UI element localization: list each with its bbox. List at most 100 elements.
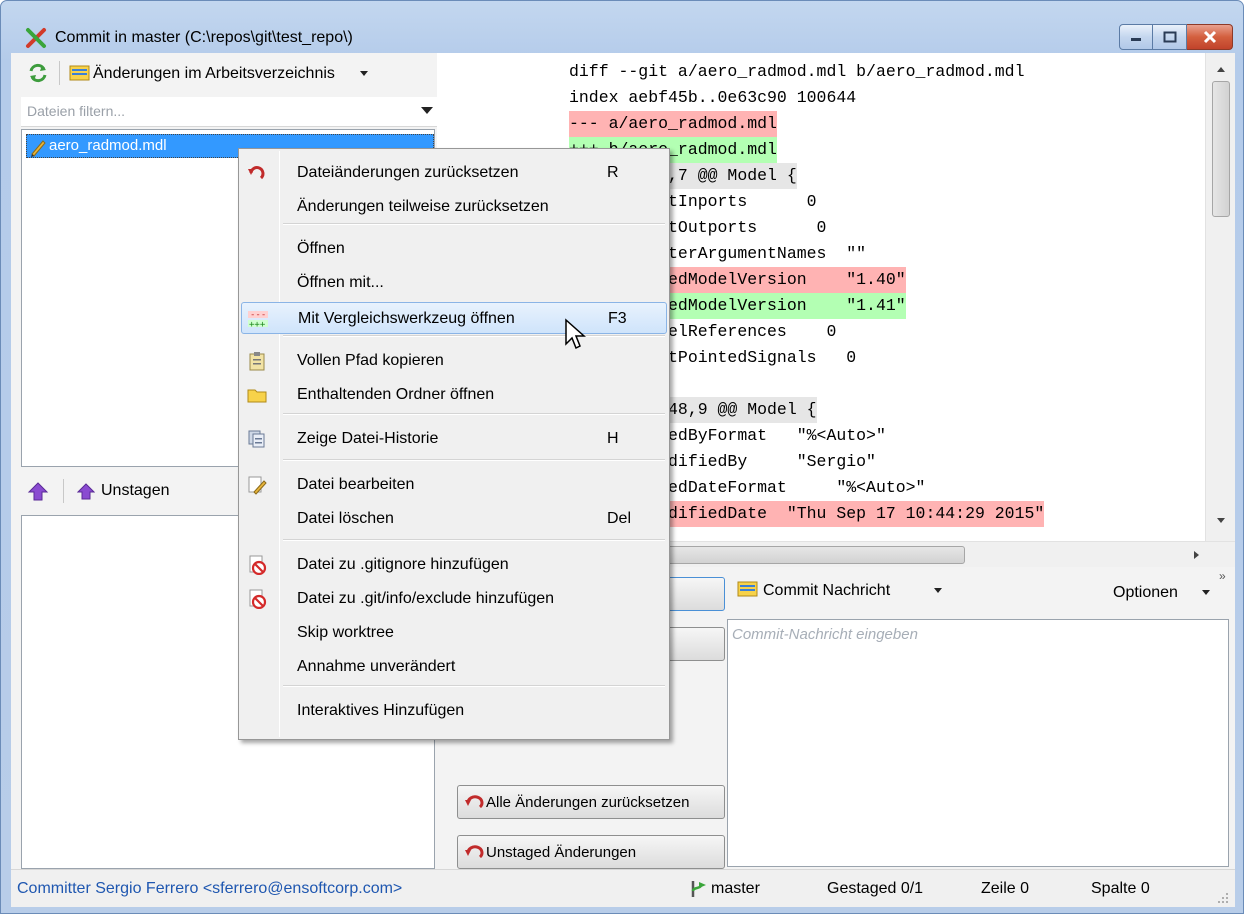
- menu-item-6[interactable]: Vollen Pfad kopieren: [241, 345, 667, 377]
- history-icon: [247, 429, 267, 449]
- menu-item-1[interactable]: Dateiänderungen zurücksetzen R: [241, 157, 667, 189]
- menu-item-shortcut: H: [607, 430, 619, 447]
- menu-item-7[interactable]: Enthaltenden Ordner öffnen: [241, 379, 667, 411]
- menu-item-label: Datei löschen: [297, 510, 394, 527]
- diff-line: --- a/aero_radmod.mdl: [569, 111, 777, 137]
- menu-item-label: Skip worktree: [297, 624, 394, 641]
- menu-item-12[interactable]: Datei zu .git/info/exclude hinzufügen: [241, 583, 667, 615]
- edit-icon: [247, 475, 267, 495]
- commit-message-placeholder: Commit-Nachricht eingeben: [732, 626, 918, 643]
- menu-item-label: Mit Vergleichswerkzeug öffnen: [298, 310, 515, 327]
- chevron-down-icon[interactable]: [359, 70, 369, 78]
- commit-message-input[interactable]: Commit-Nachricht eingeben: [727, 619, 1229, 867]
- revert-icon: [247, 163, 267, 183]
- menu-item-label: Annahme unverändert: [297, 658, 456, 675]
- pencil-icon: [31, 140, 46, 157]
- column-indicator: Spalte 0: [1091, 880, 1150, 897]
- workdir-dropdown[interactable]: Änderungen im Arbeitsverzeichnis: [93, 65, 335, 83]
- reset-all-button[interactable]: Alle Änderungen zurücksetzen: [457, 785, 725, 819]
- unstaged-changes-button[interactable]: Unstaged Änderungen: [457, 835, 725, 869]
- menu-item-5[interactable]: --- +++ Mit Vergleichswerkzeug öffnen F3: [241, 302, 667, 334]
- maximize-icon: [1163, 31, 1176, 43]
- diff-tool-icon: --- +++: [248, 309, 268, 330]
- mouse-cursor-icon: [565, 318, 586, 350]
- resize-grip-icon[interactable]: [1217, 892, 1229, 904]
- diff-line: diff --git a/aero_radmod.mdl b/aero_radm…: [569, 62, 1025, 81]
- menu-item-label: Öffnen: [297, 240, 345, 257]
- branch-icon: [691, 881, 706, 897]
- line-indicator: Zeile 0: [981, 880, 1030, 897]
- scroll-up-icon[interactable]: [1216, 65, 1226, 73]
- close-icon: [1203, 30, 1216, 44]
- close-button[interactable]: [1187, 24, 1233, 50]
- revert-icon: [465, 795, 484, 809]
- chevron-down-icon[interactable]: [1201, 589, 1211, 597]
- window-title: Commit in master (C:\repos\git\test_repo…: [55, 29, 353, 46]
- scroll-thumb[interactable]: [1212, 81, 1230, 217]
- menu-item-14[interactable]: Annahme unverändert: [241, 651, 667, 683]
- svg-text:+++: +++: [249, 320, 266, 329]
- menu-separator: [283, 685, 665, 687]
- title-bar[interactable]: Commit in master (C:\repos\git\test_repo…: [1, 1, 1243, 51]
- menu-item-label: Vollen Pfad kopieren: [297, 352, 444, 369]
- commit-message-area: Commit Nachricht Optionen » Commit-Nachr…: [727, 567, 1235, 869]
- commit-message-toolbar: Commit Nachricht Optionen »: [727, 567, 1235, 617]
- ignore-icon: [247, 555, 267, 576]
- menu-item-15[interactable]: Interaktives Hinzufügen: [241, 695, 667, 727]
- menu-separator: [283, 413, 665, 415]
- commit-message-icon: [737, 581, 758, 597]
- git-extensions-icon: [26, 28, 46, 48]
- menu-item-3[interactable]: Öffnen: [241, 233, 667, 265]
- menu-item-8[interactable]: Zeige Datei-Historie H: [241, 423, 667, 455]
- menu-item-2[interactable]: Änderungen teilweise zurücksetzen: [241, 191, 667, 223]
- menu-item-label: Änderungen teilweise zurücksetzen: [297, 198, 549, 215]
- file-name: aero_radmod.mdl: [49, 137, 167, 154]
- unstage-all-icon[interactable]: [27, 481, 49, 503]
- menu-item-label: Datei zu .gitignore hinzufügen: [297, 556, 509, 573]
- menu-item-11[interactable]: Datei zu .gitignore hinzufügen: [241, 549, 667, 581]
- menu-item-13[interactable]: Skip worktree: [241, 617, 667, 649]
- options-dropdown[interactable]: Optionen: [1113, 584, 1178, 602]
- menu-item-10[interactable]: Datei löschen Del: [241, 503, 667, 535]
- menu-item-label: Öffnen mit...: [297, 274, 384, 291]
- commit-message-dropdown[interactable]: Commit Nachricht: [763, 582, 890, 600]
- menu-item-shortcut: R: [607, 164, 619, 181]
- branch-name[interactable]: master: [711, 880, 760, 898]
- chevron-down-icon[interactable]: [933, 587, 943, 595]
- ignore-icon: [247, 589, 267, 610]
- staged-count: Gestaged 0/1: [827, 880, 924, 897]
- svg-text:---: ---: [250, 310, 266, 320]
- clipboard-icon: [247, 351, 267, 371]
- menu-item-4[interactable]: Öffnen mit...: [241, 267, 667, 299]
- menu-item-shortcut: Del: [607, 510, 632, 527]
- scroll-right-icon[interactable]: [1193, 550, 1201, 560]
- menu-item-shortcut: F3: [608, 310, 627, 327]
- menu-item-label: Datei zu .git/info/exclude hinzufügen: [297, 590, 555, 607]
- diff-line: index aebf45b..0e63c90 100644: [569, 88, 857, 107]
- unstage-button[interactable]: Unstagen: [101, 482, 170, 500]
- overflow-chevron-icon[interactable]: »: [1219, 569, 1226, 583]
- menu-item-label: Enthaltenden Ordner öffnen: [297, 386, 495, 403]
- status-bar: Committer Sergio Ferrero <sferrero@ensof…: [11, 869, 1235, 907]
- diff-vertical-scrollbar[interactable]: [1205, 53, 1235, 543]
- menu-separator: [283, 539, 665, 541]
- file-context-menu: Dateiänderungen zurücksetzen R Änderungen …: [238, 148, 670, 740]
- filter-dropdown-icon[interactable]: [421, 107, 433, 114]
- committer-info[interactable]: Committer Sergio Ferrero <sferrero@ensof…: [17, 880, 402, 898]
- menu-item-label: Zeige Datei-Historie: [297, 430, 439, 447]
- menu-item-9[interactable]: Datei bearbeiten: [241, 469, 667, 501]
- workdir-toolbar: Änderungen im Arbeitsverzeichnis: [11, 53, 437, 93]
- unstage-icon: [77, 483, 95, 500]
- menu-item-label: Dateiänderungen zurücksetzen: [297, 164, 519, 181]
- file-filter-input[interactable]: Dateien filtern...: [21, 97, 439, 127]
- menu-separator: [283, 335, 665, 337]
- menu-separator: [283, 223, 665, 225]
- workdir-changes-icon: [69, 65, 90, 81]
- unstaged-changes-label: Unstaged Änderungen: [486, 843, 637, 861]
- minimize-button[interactable]: [1119, 24, 1153, 50]
- refresh-icon[interactable]: [27, 62, 49, 84]
- menu-separator: [283, 459, 665, 461]
- scroll-down-icon[interactable]: [1216, 517, 1226, 525]
- reset-all-label: Alle Änderungen zurücksetzen: [486, 793, 690, 811]
- maximize-button[interactable]: [1153, 24, 1187, 50]
